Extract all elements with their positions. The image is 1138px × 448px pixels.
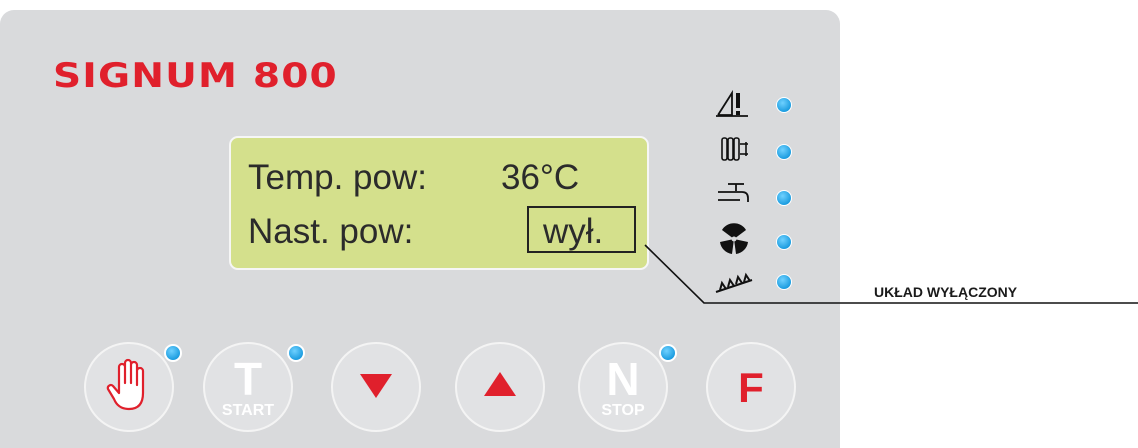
manual-led xyxy=(164,344,182,362)
arrow-down-icon xyxy=(356,370,396,405)
stop-letter: N xyxy=(606,353,640,405)
function-button[interactable]: F xyxy=(706,342,796,432)
fan-led xyxy=(776,234,792,250)
start-label: START xyxy=(221,402,275,419)
lcd-row1-label: Temp. pow: xyxy=(248,158,427,197)
warning-led xyxy=(776,97,792,113)
lcd-display: Temp. pow: 36°C Nast. pow: wył. xyxy=(229,136,649,270)
up-button[interactable] xyxy=(455,342,545,432)
lcd-row2-value: wył. xyxy=(543,212,604,251)
fan-icon xyxy=(712,222,756,256)
warning-icon xyxy=(712,87,756,121)
radiator-led xyxy=(776,144,792,160)
stop-label: STOP xyxy=(601,402,645,419)
tap-icon xyxy=(712,178,756,212)
down-button[interactable] xyxy=(331,342,421,432)
brand-logo: SIGNUM 800 xyxy=(53,56,338,96)
arrow-up-icon xyxy=(480,370,520,405)
radiator-icon xyxy=(712,132,756,166)
stop-button[interactable]: N STOP xyxy=(578,342,668,432)
hand-icon xyxy=(104,357,154,418)
auger-led xyxy=(776,274,792,290)
start-led xyxy=(287,344,305,362)
lcd-row1-value: 36°C xyxy=(501,158,580,197)
lcd-row2-label: Nast. pow: xyxy=(248,212,414,251)
start-button[interactable]: T START xyxy=(203,342,293,432)
function-letter: F xyxy=(738,364,764,411)
callout-label: UKŁAD WYŁĄCZONY xyxy=(874,284,1018,300)
manual-button[interactable] xyxy=(84,342,174,432)
auger-icon xyxy=(712,266,756,300)
controller-panel: SIGNUM 800 Temp. pow: 36°C Nast. pow: wy… xyxy=(0,10,840,448)
start-letter: T xyxy=(233,353,263,405)
tap-led xyxy=(776,190,792,206)
stop-led xyxy=(659,344,677,362)
